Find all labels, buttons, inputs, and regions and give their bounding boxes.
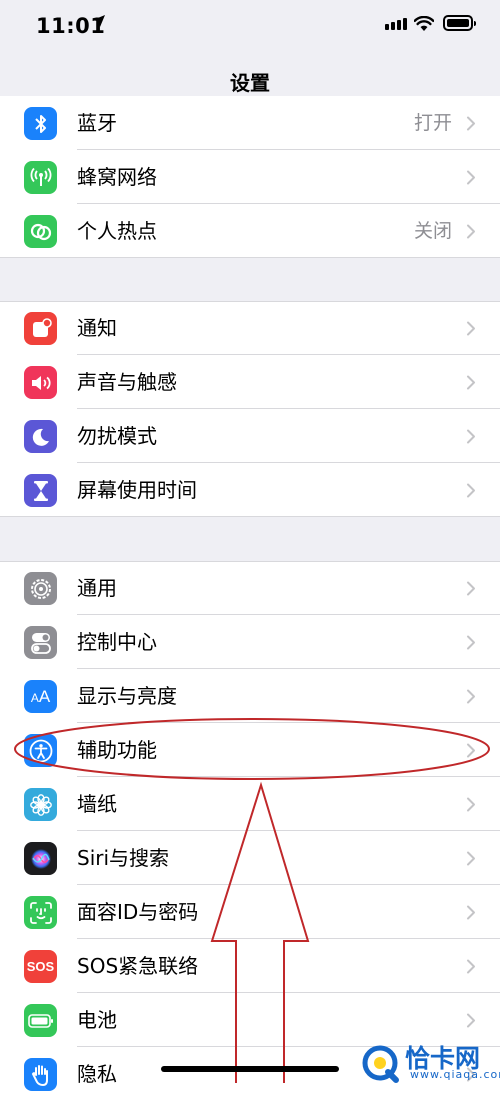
watermark-url: www.qiaqa.com xyxy=(410,1068,500,1081)
home-indicator xyxy=(161,1066,339,1072)
annotation-overlay xyxy=(14,718,490,1083)
highlight-ellipse xyxy=(14,718,490,780)
highlight-arrow xyxy=(210,781,310,1083)
